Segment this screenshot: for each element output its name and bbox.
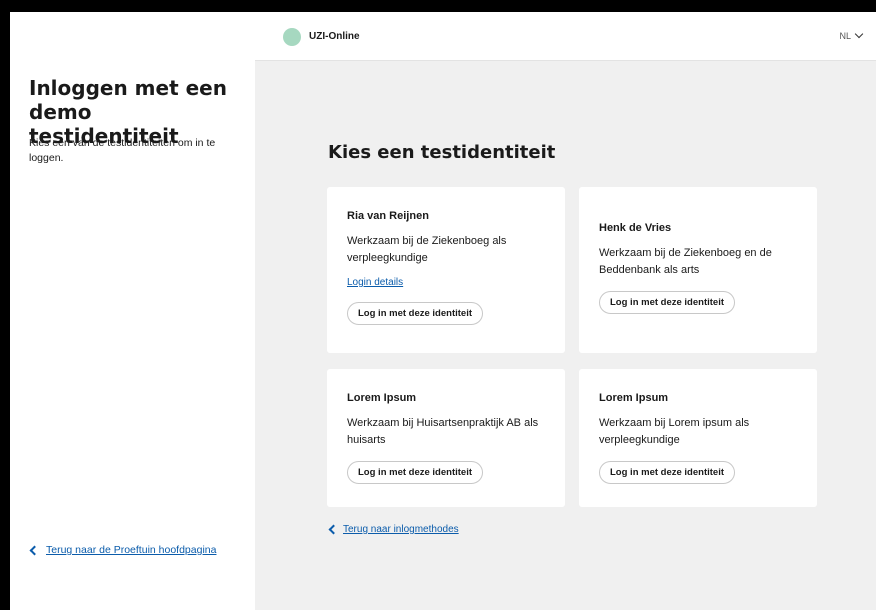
identity-card: Lorem Ipsum Werkzaam bij Huisartsenprakt… — [327, 369, 565, 507]
identity-description: Werkzaam bij Huisartsenpraktijk AB als h… — [347, 417, 539, 446]
identity-card: Henk de Vries Werkzaam bij de Ziekenboeg… — [579, 187, 817, 353]
login-with-identity-button[interactable]: Log in met deze identiteit — [599, 461, 736, 484]
identity-name: Lorem Ipsum — [599, 392, 669, 404]
identity-card: Ria van Reijnen Werkzaam bij de Ziekenbo… — [327, 187, 565, 353]
sidebar-description: Kies een van de testidentiteiten om in t… — [29, 137, 216, 164]
back-to-login-methods-label: Terug naar inlogmethodes — [343, 524, 459, 535]
chevron-down-icon — [854, 29, 864, 39]
identity-description: Werkzaam bij de Ziekenboeg als verpleegk… — [347, 235, 507, 264]
app-name: UZI-Online — [309, 31, 360, 42]
logo-icon — [283, 28, 301, 46]
top-header: UZI-Online NL — [255, 12, 876, 61]
back-to-login-methods-link[interactable]: Terug naar inlogmethodes — [328, 524, 459, 535]
identity-name: Lorem Ipsum — [347, 392, 417, 404]
login-with-identity-button[interactable]: Log in met deze identiteit — [599, 291, 736, 314]
back-to-home-link[interactable]: Terug naar de Proeftuin hoofdpagina — [29, 544, 216, 556]
page-title: Kies een testidentiteit — [328, 142, 556, 163]
chevron-left-icon — [328, 524, 339, 535]
login-with-identity-button[interactable]: Log in met deze identiteit — [347, 461, 484, 484]
identity-description: Werkzaam bij de Ziekenboeg en de Beddenb… — [599, 247, 772, 276]
sidebar: Inloggen met een demo testidentiteit Kie… — [10, 12, 255, 610]
login-with-identity-button[interactable]: Log in met deze identiteit — [347, 302, 484, 325]
language-select[interactable]: NL — [839, 29, 864, 41]
chevron-left-icon — [29, 545, 40, 555]
language-label: NL — [839, 31, 851, 41]
login-details-link[interactable]: Login details — [347, 277, 403, 288]
identity-card: Lorem Ipsum Werkzaam bij Lorem ipsum als… — [579, 369, 817, 507]
identity-name: Henk de Vries — [599, 222, 672, 234]
identity-description: Werkzaam bij Lorem ipsum als verpleegkun… — [599, 417, 750, 446]
back-to-home-label: Terug naar de Proeftuin hoofdpagina — [46, 544, 217, 556]
browser-viewport: Inloggen met een demo testidentiteit Kie… — [10, 12, 876, 610]
identity-name: Ria van Reijnen — [347, 210, 429, 222]
